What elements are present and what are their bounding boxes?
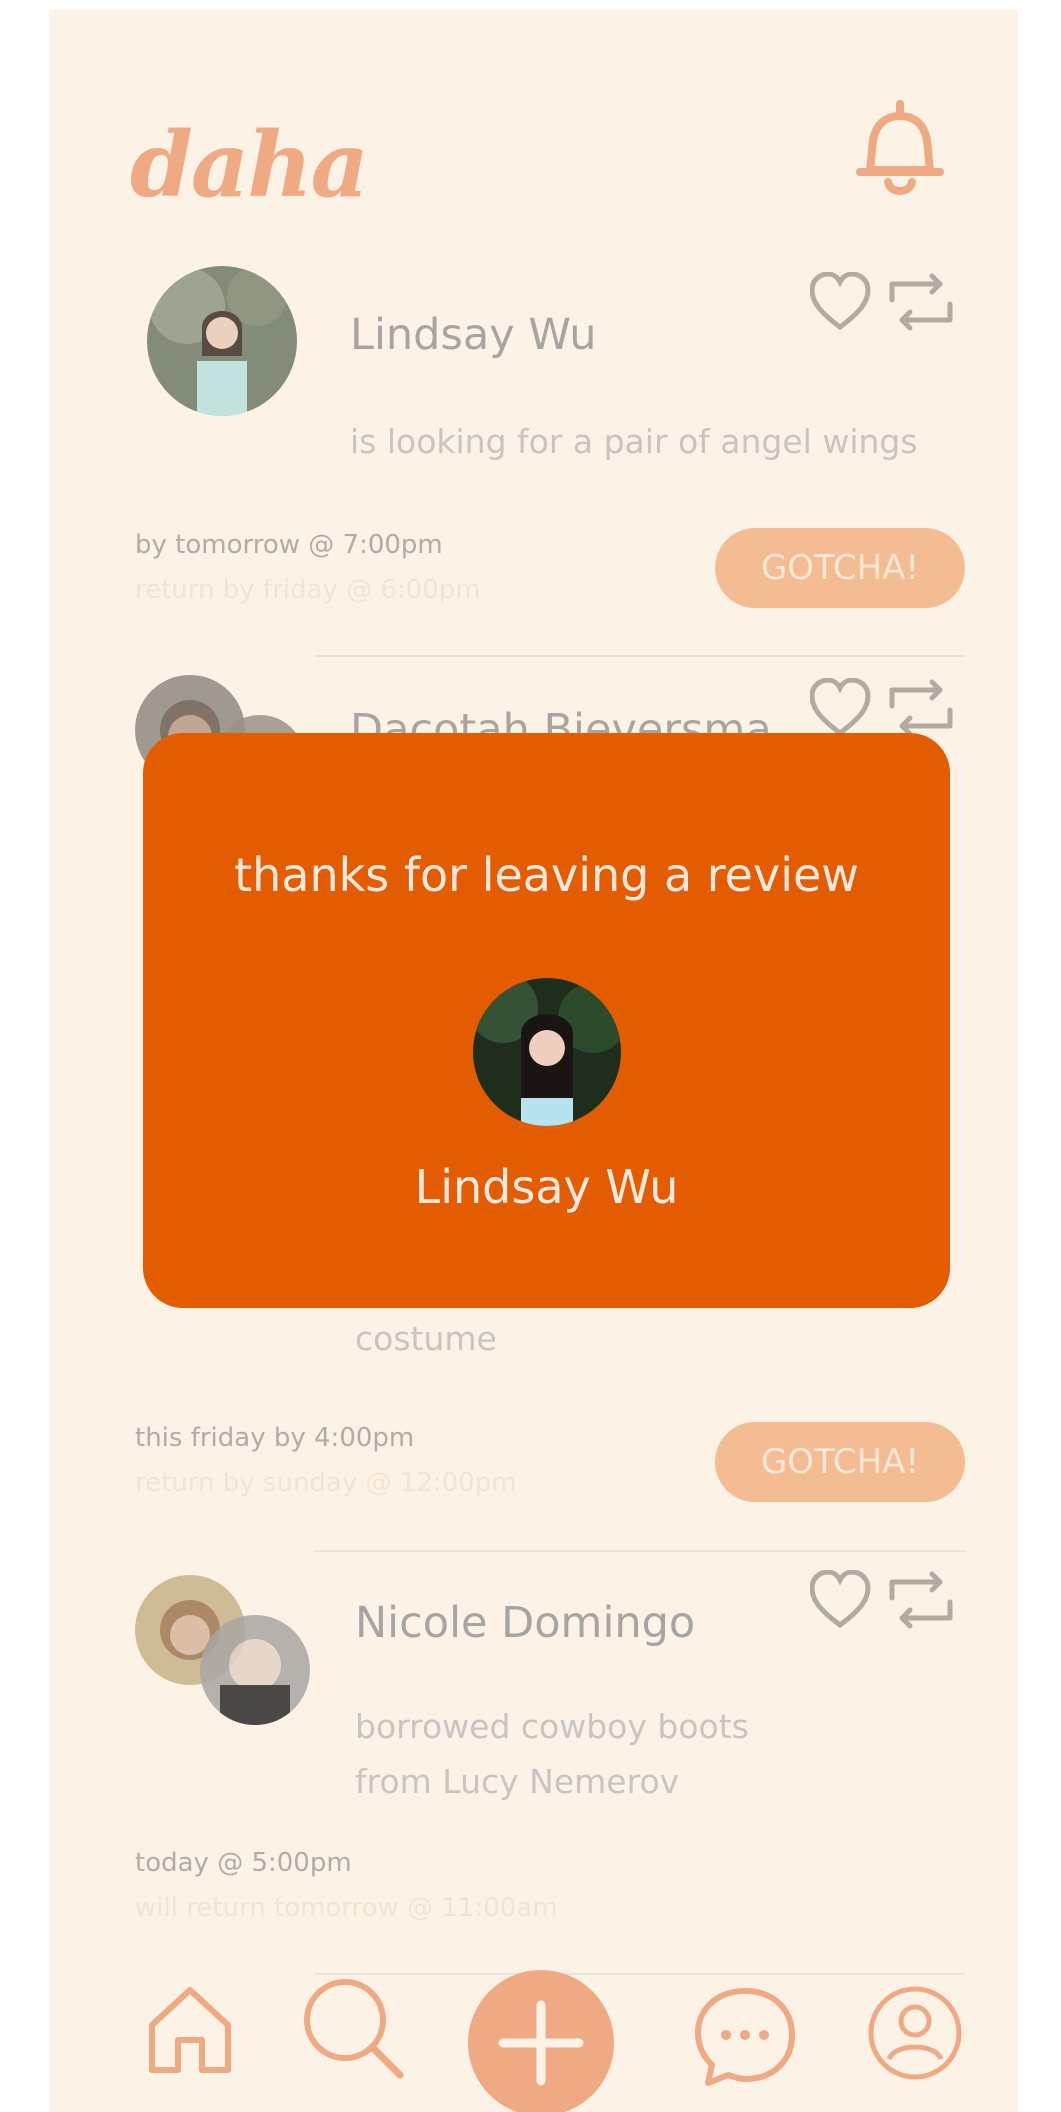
post-actions bbox=[810, 1570, 953, 1629]
feed-divider bbox=[315, 1550, 965, 1552]
search-icon[interactable] bbox=[300, 1975, 410, 2085]
post-message: is looking for a pair of angel wings bbox=[350, 422, 918, 461]
repost-icon[interactable] bbox=[889, 273, 953, 331]
feed-divider bbox=[315, 655, 965, 657]
post-when: by tomorrow @ 7:00pm bbox=[135, 530, 443, 560]
repost-icon[interactable] bbox=[889, 1571, 953, 1629]
bottom-nav bbox=[50, 1955, 1018, 2112]
post-user-name[interactable]: Lindsay Wu bbox=[350, 310, 597, 360]
post-message: costume bbox=[355, 1319, 497, 1358]
post-return: return by friday @ 6:00pm bbox=[135, 575, 481, 605]
app-logo: daha bbox=[130, 112, 369, 218]
avatar[interactable] bbox=[200, 1615, 310, 1725]
post-when: this friday by 4:00pm bbox=[135, 1423, 415, 1453]
post-user-name[interactable]: Nicole Domingo bbox=[355, 1598, 695, 1648]
gotcha-button[interactable]: GOTCHA! bbox=[715, 528, 965, 608]
modal-user-name: Lindsay Wu bbox=[414, 1160, 679, 1214]
app-screen: daha Lindsay Wu is looking for a pair of… bbox=[50, 10, 1018, 2112]
gotcha-button[interactable]: GOTCHA! bbox=[715, 1422, 965, 1502]
add-icon[interactable] bbox=[468, 1970, 614, 2112]
avatar[interactable] bbox=[147, 266, 297, 416]
heart-icon[interactable] bbox=[810, 1570, 871, 1629]
post-return: will return tomorrow @ 11:00am bbox=[135, 1893, 558, 1923]
post-actions bbox=[810, 272, 953, 331]
home-icon[interactable] bbox=[140, 1980, 240, 2080]
heart-icon[interactable] bbox=[810, 678, 871, 737]
post-when: today @ 5:00pm bbox=[135, 1848, 352, 1878]
post-message-line-2: from Lucy Nemerov bbox=[355, 1762, 680, 1801]
notifications-bell-icon[interactable] bbox=[850, 94, 950, 204]
post-message-line-1: borrowed cowboy boots bbox=[355, 1707, 749, 1746]
review-thanks-modal[interactable]: thanks for leaving a review Lindsay Wu bbox=[143, 733, 950, 1308]
chat-icon[interactable] bbox=[690, 1983, 800, 2093]
post-return: return by sunday @ 12:00pm bbox=[135, 1468, 517, 1498]
repost-icon[interactable] bbox=[889, 679, 953, 737]
modal-avatar bbox=[473, 978, 621, 1126]
post-actions bbox=[810, 678, 953, 737]
profile-icon[interactable] bbox=[865, 1983, 965, 2083]
modal-title: thanks for leaving a review bbox=[234, 848, 859, 902]
heart-icon[interactable] bbox=[810, 272, 871, 331]
